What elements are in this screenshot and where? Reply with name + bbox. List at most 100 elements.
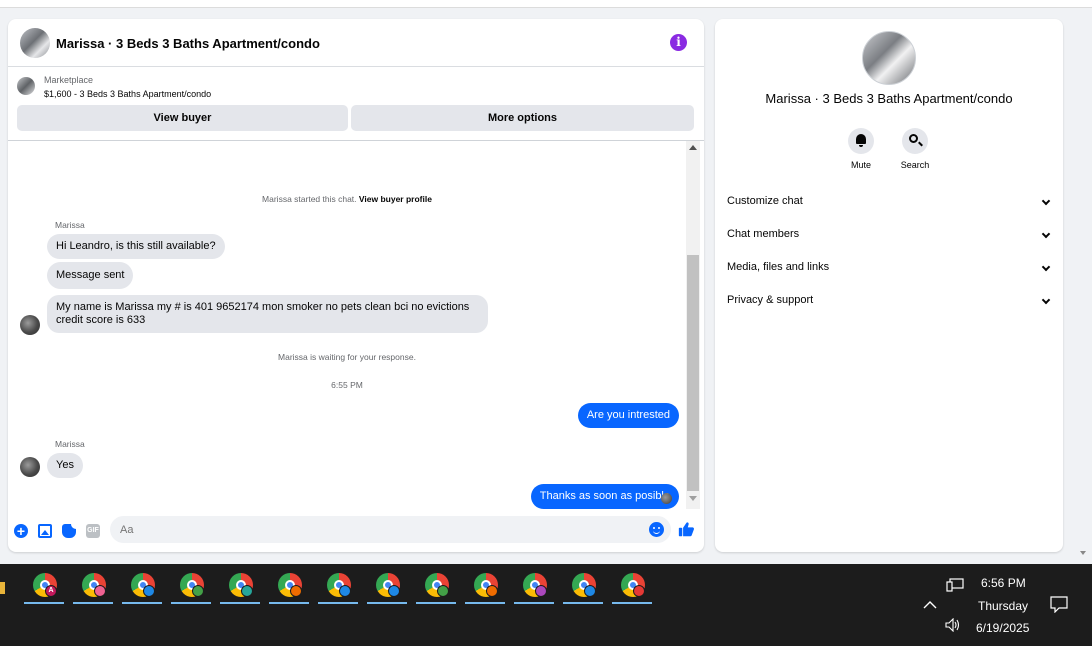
profile-badge-icon [143, 585, 155, 597]
photo-icon[interactable] [38, 524, 52, 538]
profile-badge-icon [633, 585, 645, 597]
chat-details-panel: Marissa · 3 Beds 3 Baths Apartment/condo… [715, 19, 1063, 552]
search-icon [902, 128, 928, 154]
chevron-down-icon [1041, 262, 1051, 272]
sender-avatar[interactable] [20, 457, 40, 477]
chat-started-notice: Marissa started this chat. View buyer pr… [8, 194, 686, 204]
chat-title[interactable]: Marissa · 3 Beds 3 Baths Apartment/condo [56, 36, 320, 51]
row-label: Customize chat [727, 195, 803, 207]
clock-date[interactable]: 6/19/2025 [976, 621, 1029, 635]
profile-badge-icon [535, 585, 547, 597]
chat-members-row[interactable]: Chat members [727, 228, 1051, 248]
listing-title: $1,600 - 3 Beds 3 Baths Apartment/condo [44, 89, 212, 99]
view-buyer-profile-link[interactable]: View buyer profile [359, 194, 432, 204]
received-message[interactable]: Hi Leandro, is this still available? [47, 234, 225, 259]
running-indicator [612, 602, 652, 604]
details-title: Marissa · 3 Beds 3 Baths Apartment/condo [765, 91, 1013, 106]
privacy-support-row[interactable]: Privacy & support [727, 294, 1051, 314]
chrome-taskbar-item[interactable] [73, 572, 113, 604]
profile-badge-icon [192, 585, 204, 597]
scroll-up-arrow-icon[interactable] [689, 145, 697, 150]
chrome-taskbar-item[interactable] [171, 572, 211, 604]
message-composer: + GIF [8, 513, 704, 552]
scroll-down-arrow-icon[interactable] [689, 496, 697, 501]
listing-thumbnail [17, 77, 35, 95]
chevron-up-icon[interactable] [923, 600, 937, 610]
message-scrollbar[interactable] [686, 141, 700, 509]
sent-message[interactable]: Thanks as soon as posible [530, 484, 679, 509]
running-indicator [73, 602, 113, 604]
running-indicator [563, 602, 603, 604]
sticker-icon[interactable] [62, 524, 76, 538]
chrome-taskbar-item[interactable] [514, 572, 554, 604]
profile-badge-icon [241, 585, 253, 597]
sender-avatar[interactable] [20, 315, 40, 335]
info-icon[interactable]: i [670, 34, 687, 51]
chat-header: Marissa · 3 Beds 3 Baths Apartment/condo… [8, 19, 704, 67]
network-icon[interactable] [946, 578, 964, 592]
emoji-icon[interactable] [649, 522, 664, 537]
thumbs-up-icon[interactable] [678, 521, 695, 538]
running-indicator [24, 602, 64, 604]
message-input[interactable] [110, 516, 671, 543]
mute-label: Mute [850, 160, 871, 170]
running-indicator [171, 602, 211, 604]
received-message[interactable]: Yes [47, 453, 83, 478]
received-message[interactable]: My name is Marissa my # is 401 9652174 m… [47, 295, 488, 333]
view-buyer-button[interactable]: View buyer [17, 105, 348, 131]
received-message[interactable]: Message sent [47, 262, 134, 289]
customize-chat-row[interactable]: Customize chat [727, 195, 1051, 215]
more-options-button[interactable]: More options [351, 105, 694, 131]
running-indicator [269, 602, 309, 604]
sent-message[interactable]: Are you intrested [577, 403, 679, 428]
running-indicator [514, 602, 554, 604]
clock-day[interactable]: Thursday [978, 599, 1028, 613]
media-files-links-row[interactable]: Media, files and links [727, 261, 1051, 281]
chrome-taskbar-item[interactable] [367, 572, 407, 604]
chrome-taskbar-item[interactable] [122, 572, 162, 604]
row-label: Chat members [727, 228, 800, 240]
gif-icon[interactable]: GIF [86, 524, 100, 538]
marketplace-listing[interactable]: Marketplace $1,600 - 3 Beds 3 Baths Apar… [8, 68, 704, 104]
chrome-taskbar-item[interactable]: A [24, 572, 64, 604]
search-button[interactable]: Search [895, 128, 935, 170]
chevron-down-icon [1041, 229, 1051, 239]
chrome-taskbar-item[interactable] [563, 572, 603, 604]
running-indicator [220, 602, 260, 604]
chat-started-text: Marissa started this chat. [262, 194, 359, 204]
waiting-notice: Marissa is waiting for your response. [278, 352, 416, 362]
windows-taskbar: A 6:56 PM Thursday 6/19/2025 [0, 564, 1092, 646]
chevron-down-icon [1041, 196, 1051, 206]
profile-badge-icon [290, 585, 302, 597]
running-indicator [367, 602, 407, 604]
chrome-taskbar-item[interactable] [465, 572, 505, 604]
speaker-icon[interactable] [945, 618, 961, 632]
notification-icon[interactable] [1050, 596, 1068, 613]
clock-time[interactable]: 6:56 PM [981, 576, 1026, 590]
row-label: Media, files and links [727, 261, 830, 273]
plus-icon[interactable]: + [14, 524, 28, 538]
search-label: Search [900, 160, 930, 170]
marketplace-label: Marketplace [44, 75, 94, 85]
profile-badge-icon [388, 585, 400, 597]
chat-avatar[interactable] [20, 28, 50, 58]
chrome-taskbar-item[interactable] [612, 572, 652, 604]
chrome-taskbar-item[interactable] [269, 572, 309, 604]
chrome-taskbar-item[interactable] [220, 572, 260, 604]
profile-badge-icon: A [45, 585, 57, 597]
details-avatar[interactable] [862, 31, 916, 85]
running-indicator [416, 602, 456, 604]
row-label: Privacy & support [727, 294, 814, 306]
page-scroll-down-arrow-icon[interactable] [1080, 551, 1086, 555]
running-indicator [122, 602, 162, 604]
scroll-thumb[interactable] [687, 255, 699, 491]
profile-badge-icon [339, 585, 351, 597]
mute-button[interactable]: Mute [841, 128, 881, 170]
chrome-taskbar-item[interactable] [318, 572, 358, 604]
running-indicator [465, 602, 505, 604]
chevron-down-icon [1041, 295, 1051, 305]
file-explorer-icon[interactable] [0, 582, 5, 594]
chat-panel: Marissa · 3 Beds 3 Baths Apartment/condo… [8, 19, 704, 552]
profile-badge-icon [94, 585, 106, 597]
chrome-taskbar-item[interactable] [416, 572, 456, 604]
